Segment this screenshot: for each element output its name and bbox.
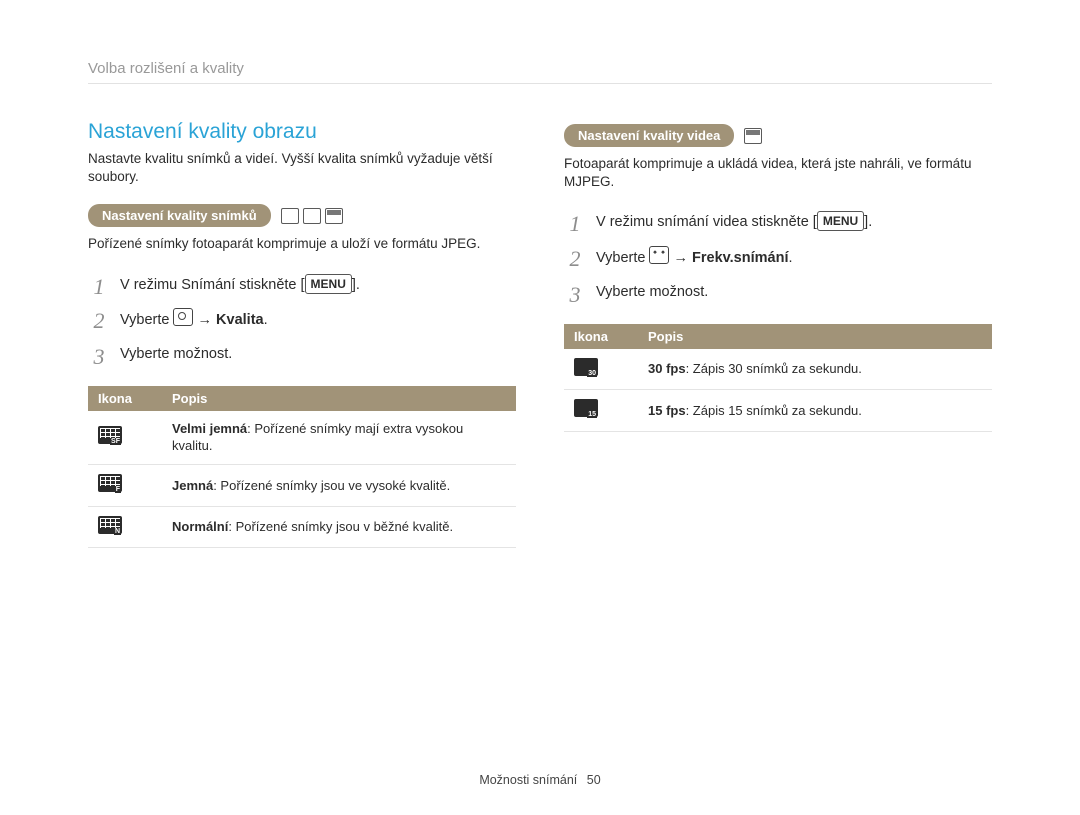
footer-section: Možnosti snímání	[479, 773, 577, 787]
table-row: N Normální: Pořízené snímky jsou v běžné…	[88, 506, 516, 548]
quality-sf-icon: SF	[98, 426, 122, 444]
intro-text: Nastavte kvalitu snímků a videí. Vyšší k…	[88, 150, 516, 186]
section-title: Nastavení kvality obrazu	[88, 120, 516, 144]
table-row: F Jemná: Pořízené snímky jsou ve vysoké …	[88, 465, 516, 507]
breadcrumb: Volba rozlišení a kvality	[88, 60, 992, 84]
page-footer: Možnosti snímání 50	[88, 755, 992, 787]
photo-quality-table: Ikona Popis SF Velmi jemná: Pořízené sní…	[88, 386, 516, 548]
left-column: Nastavení kvality obrazu Nastavte kvalit…	[88, 102, 516, 755]
content-columns: Nastavení kvality obrazu Nastavte kvalit…	[88, 102, 992, 755]
quality-f-icon: F	[98, 474, 122, 492]
photo-step-3: Vyberte možnost.	[88, 338, 516, 372]
camera-icon	[173, 308, 193, 326]
row-name: Normální	[172, 519, 228, 534]
video-desc: Fotoaparát komprimuje a ukládá videa, kt…	[564, 155, 992, 191]
step-text: Vyberte	[596, 250, 649, 266]
subheading-row: Nastavení kvality snímků	[88, 204, 516, 227]
mode-photo-icon	[303, 208, 321, 224]
mode-smart-icon	[325, 208, 343, 224]
row-text: : Pořízené snímky jsou ve vysoké kvalitě…	[213, 478, 450, 493]
step-text: .	[788, 250, 792, 266]
step-text: V režimu Snímání stiskněte [	[120, 277, 305, 293]
photo-step-2: Vyberte → Kvalita.	[88, 302, 516, 338]
step-text: Vyberte	[120, 312, 173, 328]
mode-camera-icon	[281, 208, 299, 224]
step-arrow: →	[193, 312, 216, 328]
row-text: : Zápis 30 snímků za sekundu.	[686, 361, 862, 376]
footer-page-number: 50	[587, 773, 601, 787]
step-text: V režimu snímání videa stiskněte [	[596, 214, 817, 230]
mode-video-icon	[744, 128, 762, 144]
table-row: 15 15 fps: Zápis 15 snímků za sekundu.	[564, 390, 992, 432]
row-name: 15 fps	[648, 403, 686, 418]
video-step-3: Vyberte možnost.	[564, 276, 992, 310]
step-text: .	[264, 312, 268, 328]
subheading-row: Nastavení kvality videa	[564, 124, 992, 147]
row-name: Jemná	[172, 478, 213, 493]
table-row: SF Velmi jemná: Pořízené snímky mají ext…	[88, 411, 516, 465]
menu-button-icon: MENU	[305, 274, 352, 294]
step-text: ].	[352, 277, 360, 293]
step-text: ].	[864, 214, 872, 230]
mode-icons	[744, 128, 762, 144]
photo-step-1: V režimu Snímání stiskněte [MENU].	[88, 268, 516, 303]
row-name: 30 fps	[648, 361, 686, 376]
th-icon: Ikona	[88, 386, 162, 411]
video-fps-table: Ikona Popis 30 30 fps: Zápis 30 snímků z…	[564, 324, 992, 432]
page-header: Volba rozlišení a kvality	[88, 60, 992, 84]
photo-steps: V režimu Snímání stiskněte [MENU]. Vyber…	[88, 268, 516, 372]
mode-icons	[281, 208, 343, 224]
video-step-1: V režimu snímání videa stiskněte [MENU].	[564, 205, 992, 240]
page: Volba rozlišení a kvality Nastavení kval…	[0, 0, 1080, 815]
video-steps: V režimu snímání videa stiskněte [MENU].…	[564, 205, 992, 309]
th-desc: Popis	[162, 386, 516, 411]
fps-15-icon: 15	[574, 399, 598, 417]
fps-30-icon: 30	[574, 358, 598, 376]
row-text: : Pořízené snímky jsou v běžné kvalitě.	[228, 519, 453, 534]
subheading-pill-video: Nastavení kvality videa	[564, 124, 734, 147]
row-text: : Zápis 15 snímků za sekundu.	[686, 403, 862, 418]
right-column: Nastavení kvality videa Fotoaparát kompr…	[564, 102, 992, 755]
photo-desc: Pořízené snímky fotoaparát komprimuje a …	[88, 235, 516, 253]
video-icon	[649, 246, 669, 264]
video-step-2: Vyberte → Frekv.snímání.	[564, 240, 992, 276]
quality-n-icon: N	[98, 516, 122, 534]
th-icon: Ikona	[564, 324, 638, 349]
step-keyword: Kvalita	[216, 312, 264, 328]
step-keyword: Frekv.snímání	[692, 250, 788, 266]
subheading-pill-photo: Nastavení kvality snímků	[88, 204, 271, 227]
step-arrow: →	[669, 250, 692, 266]
row-name: Velmi jemná	[172, 421, 247, 436]
th-desc: Popis	[638, 324, 992, 349]
table-row: 30 30 fps: Zápis 30 snímků za sekundu.	[564, 349, 992, 390]
menu-button-icon: MENU	[817, 211, 864, 231]
